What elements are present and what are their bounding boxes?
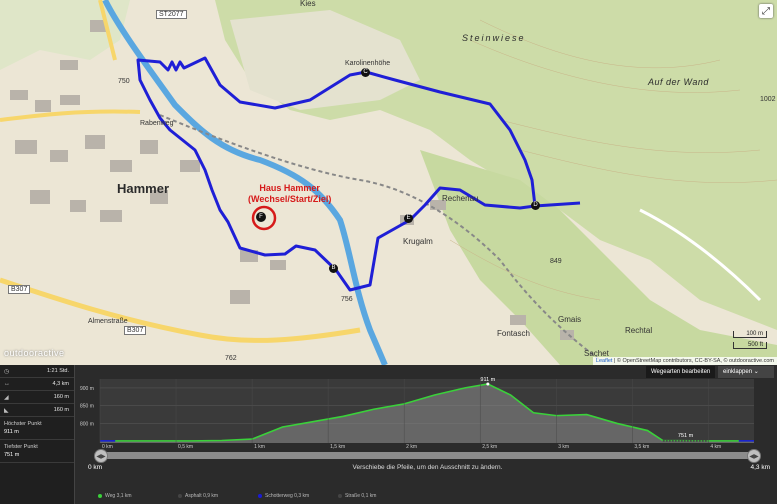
road-label: B307 [8,285,31,294]
y-tick-label: 900 m [80,386,94,392]
x-tick-label: 3 km [558,444,569,449]
legend-label: Straße 0,1 km [345,493,377,499]
start-label-line2: (Wechsel/Start/Ziel) [248,194,332,204]
highest-label: Höchster Punkt [4,421,42,427]
start-label: Haus Hammer (Wechsel/Start/Ziel) [248,183,331,205]
distance-icon: ↔ [4,381,10,387]
range-end-handle[interactable]: ◀▶ [747,449,761,463]
range-slider-track[interactable] [100,452,753,459]
scale-bar-metric: 100 m [733,331,767,338]
elevation-mark: 1002 [760,96,776,103]
stat-distance: ↔ 4,3 km [0,378,74,391]
low-label: 751 m [678,433,694,439]
scale-bar-imperial: 500 ft [733,342,767,349]
descent-value: 160 m [53,407,69,413]
leaflet-link[interactable]: Leaflet [596,358,613,364]
legend-item-trail: Weg 3,1 km [98,493,132,499]
legend-label: Schotterweg 0,3 km [265,493,310,499]
waypoint-d-marker[interactable]: D [531,201,540,210]
x-tick-label: 1,5 km [330,444,345,449]
road-label: Almenstraße [88,318,128,325]
ascent-value: 160 m [53,394,69,400]
stat-duration: ◷ 1:21 Std. [0,365,74,378]
x-tick-label: 2,5 km [482,444,497,449]
x-tick-label: 1 km [254,444,265,449]
waypoint-f-marker[interactable]: F [256,212,266,222]
range-start-handle[interactable]: ◀▶ [94,449,108,463]
clock-icon: ◷ [4,369,10,375]
place-label-gmais: Gmais [558,315,582,324]
waypoint-e-marker[interactable]: E [404,214,413,223]
road-label: B307 [124,326,147,335]
elevation-mark: 762 [225,355,237,362]
elevation-mark: 756 [341,296,353,303]
area-label-steinwiese: Steinwiese [462,33,526,43]
area-label-auf-der-wand: Auf der Wand [648,77,709,87]
lowest-value: 751 m [4,452,20,458]
x-tick-label: 0,5 km [178,444,193,449]
stat-descent: ◣ 160 m [0,404,74,417]
stat-lowest: Tiefster Punkt 751 m [0,440,74,463]
expand-icon: ⤢ [762,5,770,17]
elevation-chart[interactable]: 800 m 850 m 900 m 0 km 0,5 km 1 km 1,5 km 2 km 2… [78,365,777,449]
peak-marker [486,382,490,386]
place-label-kies: Kies [300,0,316,8]
peak-label: 911 m [480,377,495,383]
legend-label: Asphalt 0,9 km [185,493,219,499]
map-view[interactable]: F C D E B Hammer Steinwiese Auf der Wand… [0,0,777,365]
x-tick-label: 4 km [710,444,721,449]
elevation-mark: 750 [118,78,130,85]
arrows-icon: ◀▶ [96,453,106,460]
outdooractive-logo: outdooractive [4,348,65,358]
lowest-label: Tiefster Punkt [4,444,38,450]
highest-value: 911 m [4,429,19,435]
legend-swatch [178,494,182,498]
x-tick-label: 2 km [406,444,417,449]
arrows-icon: ◀▶ [749,453,759,460]
stat-ascent: ◢ 160 m [0,391,74,404]
legend-item-gravel: Schotterweg 0,3 km [258,493,309,499]
y-tick-label: 850 m [80,404,94,410]
stat-highest: Höchster Punkt 911 m [0,417,74,440]
x-tick-label: 3,5 km [634,444,649,449]
duration-value: 1:21 Std. [46,368,69,374]
range-hint: Verschiebe die Pfeile, um den Ausschnitt… [352,464,503,471]
legend-swatch [98,494,102,498]
x-tick-label: 0 km [102,444,113,449]
descent-icon: ◣ [4,408,9,414]
map-attribution: Leaflet | © OpenStreetMap contributors, … [592,357,777,365]
road-label: ST2077 [156,10,187,19]
place-label-karolinenhoehe: Karolinenhöhe [345,60,391,67]
place-label-krugalm: Krugalm [403,237,433,246]
place-label-rechenau: Rechenau [442,194,479,203]
road-label: Rabenweg [140,120,174,127]
elevation-panel: ◷ 1:21 Std. ↔ 4,3 km ◢ 160 m ◣ 160 m Höchste… [0,365,777,504]
attribution-text: | © OpenStreetMap contributors, CC-BY-SA… [613,358,774,364]
range-end-label: 4,3 km [750,464,770,471]
y-tick-label: 800 m [80,421,94,427]
legend-item-asphalt: Asphalt 0,9 km [178,493,218,499]
ascent-icon: ◢ [4,395,9,401]
elevation-mark: 849 [550,258,562,265]
legend-label: Weg 3,1 km [105,493,132,499]
start-label-line1: Haus Hammer [259,183,320,193]
stats-sidebar: ◷ 1:21 Std. ↔ 4,3 km ◢ 160 m ◣ 160 m Höchste… [0,365,75,504]
waypoint-c-marker[interactable]: C [361,68,370,77]
town-label: Hammer [117,181,170,196]
expand-map-button[interactable]: ⤢ [759,4,773,18]
distance-value: 4,3 km [52,381,69,387]
place-label-rechtal: Rechtal [625,326,653,335]
profile-area: Wegearten bearbeiten einklappen ⌄ 800 m8… [78,365,777,504]
place-label-fontasch: Fontasch [497,329,530,338]
legend-swatch [338,494,342,498]
legend-item-road: Straße 0,1 km [338,493,376,499]
legend-swatch [258,494,262,498]
waypoint-b-marker[interactable]: B [329,264,338,273]
